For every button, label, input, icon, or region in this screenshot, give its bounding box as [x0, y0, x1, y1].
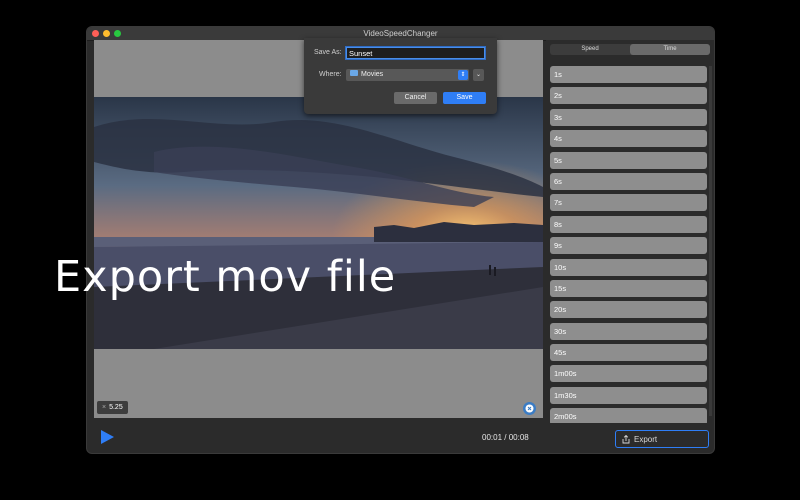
speed-badge: × 5.25	[97, 401, 128, 414]
time-preset-item[interactable]: 4s	[550, 130, 707, 148]
time-preset-item[interactable]: 3s	[550, 108, 707, 126]
sidebar: Speed Time 1s 2s 3s 4s 5s 6s 7s 8s 9s 10s 15s 20s 30…	[546, 40, 714, 423]
expand-dialog-button[interactable]: ⌄	[473, 69, 484, 81]
time-preset-item[interactable]: 20s	[550, 301, 707, 319]
close-icon	[525, 404, 534, 413]
play-button[interactable]	[101, 430, 114, 444]
where-select[interactable]: Movies ⇕	[346, 69, 469, 81]
time-preset-item[interactable]: 30s	[550, 322, 707, 340]
tab-time[interactable]: Time	[630, 44, 710, 55]
cancel-button[interactable]: Cancel	[394, 92, 437, 104]
time-preset-item[interactable]: 8s	[550, 215, 707, 233]
time-preset-item[interactable]: 1m30s	[550, 386, 707, 404]
time-preset-item[interactable]: 5s	[550, 151, 707, 169]
save-dialog: Save As: Sunset Where: Movies ⇕ ⌄ Cancel…	[304, 38, 497, 114]
tab-speed[interactable]: Speed	[550, 44, 630, 55]
chevron-updown-icon: ⇕	[458, 70, 468, 80]
export-label: Export	[634, 434, 658, 444]
time-preset-item[interactable]: 45s	[550, 344, 707, 362]
promo-caption: Export mov file	[54, 252, 397, 302]
speed-value: 5.25	[109, 404, 123, 411]
time-preset-item[interactable]: 7s	[550, 194, 707, 212]
filename-input[interactable]: Sunset	[346, 47, 485, 59]
where-label: Where:	[319, 71, 342, 78]
where-value: Movies	[361, 71, 384, 78]
time-list: 1s 2s 3s 4s 5s 6s 7s 8s 9s 10s 15s 20s 30s 45s 1m00s 1m…	[550, 66, 707, 423]
time-preset-item[interactable]: 2s	[550, 87, 707, 105]
time-preset-item[interactable]: 2m00s	[550, 408, 707, 423]
export-button[interactable]: Export	[615, 430, 709, 448]
time-preset-item[interactable]: 1m00s	[550, 365, 707, 383]
mode-segmented-control: Speed Time	[550, 44, 710, 55]
reset-speed-button[interactable]	[523, 402, 536, 415]
duration: 00:08	[508, 433, 529, 442]
share-icon	[622, 434, 630, 443]
save-as-label: Save As:	[314, 49, 342, 56]
current-time: 00:01	[482, 433, 503, 442]
time-separator: /	[504, 433, 507, 442]
time-preset-item[interactable]: 15s	[550, 279, 707, 297]
scrollbar[interactable]	[709, 66, 712, 416]
video-frame	[94, 97, 543, 349]
time-preset-item[interactable]: 9s	[550, 237, 707, 255]
app-window: VideoSpeedChanger × 5.25 00:01 / 00:08 E…	[87, 27, 714, 453]
time-preset-item[interactable]: 6s	[550, 172, 707, 190]
folder-icon	[350, 70, 358, 77]
time-preset-item[interactable]: 10s	[550, 258, 707, 276]
time-preset-item[interactable]: 1s	[550, 66, 707, 83]
save-button[interactable]: Save	[443, 92, 486, 104]
speed-multiplier-icon: ×	[102, 404, 107, 411]
chevron-down-icon: ⌄	[475, 72, 482, 78]
timecode: 00:01 / 00:08	[482, 433, 529, 442]
